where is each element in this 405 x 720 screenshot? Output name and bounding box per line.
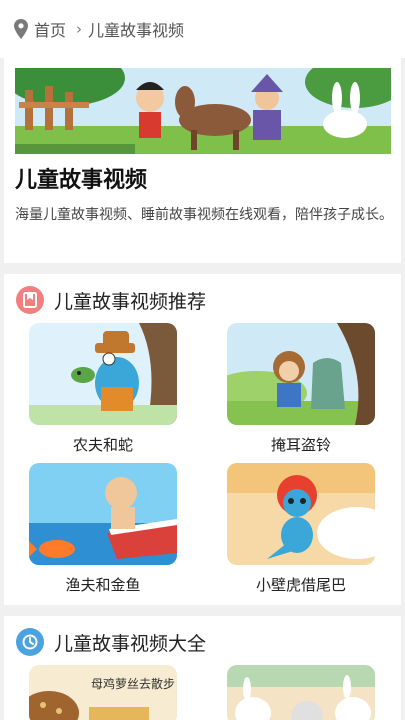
breadcrumb-current: 儿童故事视频 [88, 21, 185, 40]
page-description: 海量儿童故事视频、睡前故事视频在线观看，陪伴孩子成长。 [15, 207, 393, 223]
location-pin-icon [14, 19, 28, 39]
video-thumbnail [227, 323, 375, 425]
breadcrumb: 首页 › 儿童故事视频 [0, 0, 405, 58]
video-thumbnail [29, 463, 177, 565]
video-card[interactable]: 渔夫和金鱼 [29, 463, 177, 595]
hero-banner-image [15, 68, 391, 154]
video-title: 小壁虎借尾巴 [255, 576, 346, 594]
all-videos-section-title: 儿童故事视频大全 [54, 632, 207, 655]
video-card[interactable] [227, 665, 375, 720]
all-videos-section-header: 儿童故事视频大全 [16, 628, 206, 656]
video-thumbnail: 母鸡萝丝去散步 [29, 665, 177, 720]
bookmark-icon [16, 286, 44, 314]
clock-icon [16, 628, 44, 656]
breadcrumb-home-link[interactable]: 首页 [34, 17, 66, 41]
video-thumbnail [227, 463, 375, 565]
video-card[interactable]: 农夫和蛇 [29, 323, 177, 455]
hero-card: 儿童故事视频 海量儿童故事视频、睡前故事视频在线观看，陪伴孩子成长。 [4, 58, 401, 263]
page-title: 儿童故事视频 [15, 168, 148, 193]
video-card[interactable]: 掩耳盗铃 [227, 323, 375, 455]
chevron-right-icon: › [76, 20, 83, 38]
video-thumbnail [29, 323, 177, 425]
video-card[interactable]: 小壁虎借尾巴 [227, 463, 375, 595]
video-title: 掩耳盗铃 [270, 436, 331, 454]
recommend-section-title: 儿童故事视频推荐 [54, 290, 207, 313]
video-card[interactable]: 母鸡萝丝去散步 [29, 665, 177, 720]
video-title: 渔夫和金鱼 [65, 576, 141, 594]
thumbnail-title-text: 母鸡萝丝去散步 [91, 677, 176, 691]
recommend-section: 儿童故事视频推荐 农夫和蛇 掩耳盗铃 渔夫和金鱼 小壁虎借尾巴 [4, 274, 401, 605]
all-videos-section: 儿童故事视频大全 母鸡萝丝去散步 [4, 616, 401, 720]
video-title: 农夫和蛇 [72, 436, 133, 454]
recommend-section-header: 儿童故事视频推荐 [16, 286, 206, 314]
video-thumbnail [227, 665, 375, 720]
